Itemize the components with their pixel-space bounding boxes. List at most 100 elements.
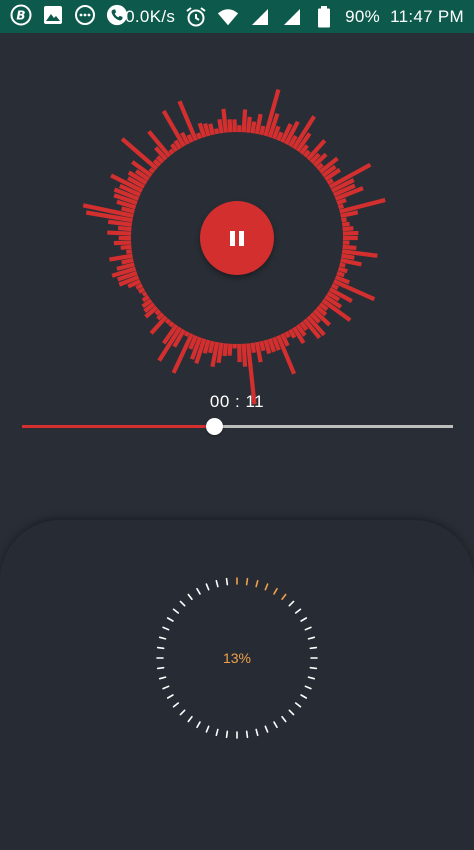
- visualizer-bar: [139, 289, 144, 292]
- visualizer-bar: [332, 285, 338, 288]
- visualizer-bar: [118, 228, 131, 229]
- visualizer-bar: [340, 264, 346, 265]
- progress-tick: [163, 686, 169, 688]
- progress-tick: [163, 627, 169, 629]
- progress-tick: [247, 579, 248, 585]
- progress-tick: [289, 710, 293, 714]
- visualizer-bar: [156, 311, 160, 315]
- visualizer-bar: [244, 344, 245, 367]
- visualizer-bar: [230, 119, 231, 132]
- progress-tick: [308, 677, 314, 679]
- progress-tick: [158, 668, 164, 669]
- progress-tick: [160, 637, 166, 639]
- progress-tick: [216, 581, 218, 587]
- visualizer-bar: [198, 133, 200, 139]
- progress-tick: [308, 637, 314, 639]
- progress-tick: [274, 589, 277, 594]
- visualizer-bar: [223, 109, 225, 133]
- visualizer-bar: [252, 122, 254, 133]
- svg-text:B: B: [16, 9, 25, 23]
- progress-tick: [188, 717, 192, 722]
- elapsed-time: 00 : 11: [0, 392, 474, 412]
- progress-tick: [174, 703, 179, 707]
- progress-tick: [305, 627, 311, 629]
- signal-icon: [281, 6, 303, 28]
- pause-icon: [230, 231, 244, 246]
- seek-bar[interactable]: [22, 418, 453, 436]
- visualizer-bar: [338, 206, 343, 207]
- visualizer-bar: [342, 219, 347, 220]
- progress-tick: [206, 584, 208, 590]
- visualizer-bar: [337, 273, 344, 275]
- visualizer-bar: [150, 169, 154, 172]
- alarm-icon: [185, 6, 207, 28]
- visualizer-bar: [122, 139, 157, 169]
- progress-tick: [289, 601, 293, 605]
- pause-button[interactable]: [200, 201, 274, 275]
- visualizer-bar: [343, 233, 358, 234]
- visualizer-bar: [164, 111, 184, 146]
- visualizer-bar: [338, 269, 347, 272]
- progress-tick: [256, 729, 258, 735]
- visualizer-bar: [122, 260, 134, 262]
- progress-tick: [188, 595, 192, 600]
- wifi-icon: [217, 6, 239, 28]
- visualizer-bar: [126, 251, 131, 252]
- visualizer-bar: [143, 293, 146, 295]
- visualizer-bar: [225, 343, 226, 356]
- progress-tick: [301, 695, 306, 698]
- progress-tick: [168, 618, 173, 621]
- visualizer-bar: [328, 180, 333, 183]
- battery-level: 90%: [345, 0, 380, 33]
- progress-tick: [296, 703, 301, 707]
- progress-tick: [216, 729, 218, 735]
- progress-tick: [282, 717, 286, 722]
- visualizer-bar: [278, 132, 281, 140]
- visualizer-bar: [170, 150, 173, 154]
- visualizer-bar: [216, 129, 217, 134]
- progress-tick: [180, 710, 184, 714]
- status-bar-system: 0.0K/s 90% 11:47 PM: [125, 0, 464, 33]
- visualizer-bar: [210, 341, 213, 353]
- progress-tick: [301, 618, 306, 621]
- visualizer-bar: [305, 151, 309, 156]
- progress-tick: [227, 731, 228, 737]
- seek-progress: [22, 425, 214, 428]
- progress-tick: [256, 581, 258, 587]
- visualizer-bar: [108, 222, 132, 225]
- progress-tick: [158, 648, 164, 649]
- progress-tick: [160, 677, 166, 679]
- progress-tick: [206, 726, 208, 732]
- visualizer-bar: [205, 124, 208, 136]
- clock: 11:47 PM: [390, 0, 464, 33]
- progress-tick: [282, 595, 286, 600]
- visualizer-bar: [219, 119, 221, 133]
- progress-tick: [168, 695, 173, 698]
- visualizer-bar: [342, 256, 355, 258]
- progress-tick: [265, 584, 267, 590]
- visualizer-bar: [143, 297, 149, 301]
- visualizer-bar: [121, 247, 132, 248]
- progress-tick: [310, 668, 316, 669]
- progress-tick: [227, 579, 228, 585]
- battery-icon: [313, 6, 335, 28]
- visualizer-bar: [343, 247, 357, 248]
- progress-tick: [174, 609, 179, 613]
- status-bar-notifications: B: [10, 4, 128, 26]
- progress-tick: [305, 686, 311, 688]
- visualizer-bar: [167, 320, 170, 323]
- message-icon: [74, 4, 96, 26]
- visualizer-bar: [188, 135, 191, 142]
- progress-tick: [310, 648, 316, 649]
- visualizer-bar: [342, 224, 349, 225]
- seek-thumb[interactable]: [206, 418, 223, 435]
- visualizer-bar: [107, 233, 131, 234]
- signal-icon: [249, 6, 271, 28]
- progress-tick: [180, 601, 184, 605]
- gallery-icon: [42, 4, 64, 26]
- visualizer-bar: [261, 341, 263, 351]
- progress-tick: [197, 722, 200, 727]
- visualizer-bar: [286, 332, 289, 337]
- visualizer-bar: [114, 242, 131, 243]
- network-speed: 0.0K/s: [125, 0, 175, 33]
